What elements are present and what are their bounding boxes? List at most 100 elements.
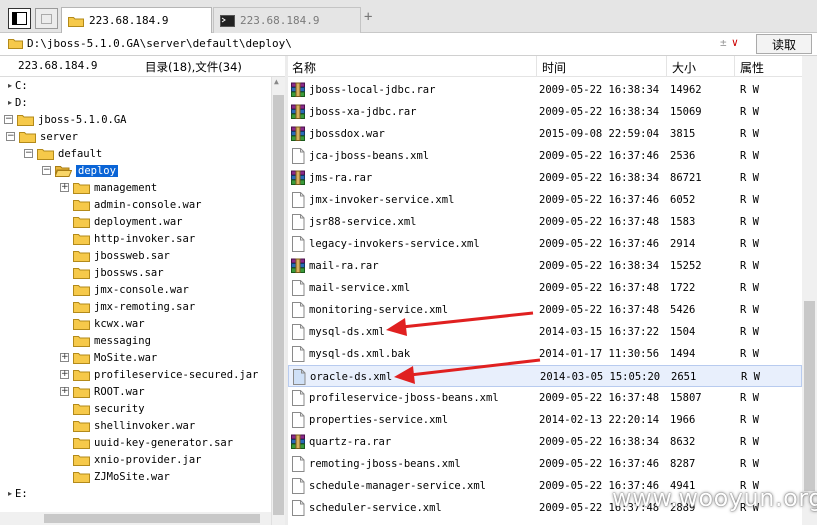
tree-node[interactable]: − deploy	[42, 162, 118, 179]
tree-node[interactable]: kcwx.war	[73, 315, 145, 332]
expand-icon[interactable]: +	[60, 183, 69, 192]
collapse-icon[interactable]: −	[4, 115, 13, 124]
tree-node[interactable]: − jboss-5.1.0.GA	[4, 111, 127, 128]
tree-node[interactable]: ▸ C:	[8, 77, 28, 94]
tree-node[interactable]: shellinvoker.war	[73, 417, 195, 434]
read-button[interactable]: 读取	[756, 34, 812, 54]
tree-node[interactable]: + profileservice-secured.jar	[60, 366, 258, 383]
file-name: jboss-local-jdbc.rar	[309, 84, 436, 96]
tree-node[interactable]: − default	[24, 145, 102, 162]
file-name: mysql-ds.xml.bak	[309, 348, 411, 360]
column-attr[interactable]: 属性	[740, 59, 764, 76]
collapse-icon[interactable]: −	[6, 132, 15, 141]
tree-node[interactable]: uuid-key-generator.sar	[73, 434, 233, 451]
tree-node[interactable]: jmx-remoting.sar	[73, 298, 195, 315]
file-row[interactable]: oracle-ds.xml 2014-03-05 15:05:20 2651 R W	[288, 365, 802, 387]
tree-node[interactable]: security	[73, 400, 145, 417]
tree-node[interactable]: http-invoker.sar	[73, 230, 195, 247]
path-input[interactable]: D:\jboss-5.1.0.GA\server\default\deploy\	[27, 37, 292, 50]
file-list-scroll-thumb[interactable]	[804, 301, 815, 491]
file-row[interactable]: mysql-ds.xml.bak 2014-01-17 11:30:56 1494 R…	[288, 343, 802, 365]
file-row[interactable]: quartz-ra.rar 2009-05-22 16:38:34 8632 R W	[288, 431, 802, 453]
tree-node-label: jmx-remoting.sar	[94, 300, 196, 313]
window-button[interactable]	[35, 8, 58, 29]
tree-horizontal-scrollbar[interactable]	[0, 512, 271, 525]
tree-node[interactable]: jbossws.sar	[73, 264, 164, 281]
panel-icon	[12, 12, 27, 25]
file-row[interactable]: remoting-jboss-beans.xml 2009-05-22 16:37…	[288, 453, 802, 475]
expand-icon[interactable]: +	[60, 387, 69, 396]
tree-node[interactable]: + management	[60, 179, 157, 196]
collapse-icon[interactable]: −	[24, 149, 33, 158]
directory-tree: ▸ C: ▸ D: − jboss-5.1.0.GA − server − default − dep…	[0, 77, 271, 512]
tree-node-label: kcwx.war	[94, 317, 145, 330]
file-time: 2009-05-22 16:38:34	[539, 436, 660, 448]
file-row[interactable]: monitoring-service.xml 2009-05-22 16:37:4…	[288, 299, 802, 321]
tree-node[interactable]: messaging	[73, 332, 151, 349]
scroll-up-icon[interactable]: ▲	[274, 78, 283, 86]
column-size[interactable]: 大小	[672, 59, 696, 76]
file-name: jca-jboss-beans.xml	[309, 150, 430, 162]
tree-node[interactable]: ▸ D:	[8, 94, 28, 111]
expand-icon[interactable]: +	[60, 370, 69, 379]
file-row[interactable]: jca-jboss-beans.xml 2009-05-22 16:37:46 25…	[288, 145, 802, 167]
file-row[interactable]: mail-ra.rar 2009-05-22 16:38:34 15252 R W	[288, 255, 802, 277]
file-row[interactable]: mysql-ds.xml 2014-03-15 16:37:22 1504 R W	[288, 321, 802, 343]
expand-arrow-icon[interactable]: ▸	[8, 489, 12, 498]
tree-node-label: security	[94, 402, 145, 415]
expand-icon[interactable]: +	[60, 353, 69, 362]
chevron-down-icon[interactable]: ∨	[732, 36, 739, 49]
file-row[interactable]: jmx-invoker-service.xml 2009-05-22 16:37:…	[288, 189, 802, 211]
file-row[interactable]: properties-service.xml 2014-02-13 22:20:1…	[288, 409, 802, 431]
tree-node[interactable]: − server	[6, 128, 78, 145]
tree-node[interactable]: admin-console.war	[73, 196, 201, 213]
collapse-icon[interactable]: −	[42, 166, 51, 175]
expand-arrow-icon[interactable]: ▸	[8, 98, 12, 107]
dir-file-count: 目录(18),文件(34)	[145, 60, 242, 74]
tree-scroll-thumb[interactable]	[273, 95, 284, 515]
file-attr: R W	[740, 172, 759, 184]
tree-node[interactable]: deployment.war	[73, 213, 183, 230]
folder-icon	[68, 16, 84, 27]
tree-hscroll-thumb[interactable]	[44, 514, 260, 523]
file-attr: R W	[740, 128, 759, 140]
column-separator[interactable]	[536, 56, 537, 77]
column-separator[interactable]	[666, 56, 667, 77]
file-row[interactable]: jbossdox.war 2015-09-08 22:59:04 3815 R W	[288, 123, 802, 145]
new-tab-button[interactable]: +	[364, 9, 372, 25]
tree-node[interactable]: + ROOT.war	[60, 383, 145, 400]
tab-filemanager[interactable]: 223.68.184.9	[61, 7, 212, 33]
file-time: 2009-05-22 16:38:34	[539, 84, 660, 96]
left-panel-header: 223.68.184.9 目录(18),文件(34)	[0, 56, 285, 77]
file-size: 2536	[670, 150, 696, 162]
file-size: 14962	[670, 84, 702, 96]
file-row[interactable]: jboss-xa-jdbc.rar 2009-05-22 16:38:34 1506…	[288, 101, 802, 123]
tree-node[interactable]: ZJMoSite.war	[73, 468, 170, 485]
folder-icon	[73, 353, 90, 364]
column-name[interactable]: 名称	[292, 59, 316, 76]
file-size: 8632	[670, 436, 696, 448]
panel-toggle-button[interactable]	[8, 8, 31, 29]
folder-icon	[73, 404, 90, 415]
tab-terminal[interactable]: 223.68.184.9	[213, 7, 361, 33]
file-row[interactable]: profileservice-jboss-beans.xml 2009-05-22…	[288, 387, 802, 409]
file-row[interactable]: jsr88-service.xml 2009-05-22 16:37:48 1583…	[288, 211, 802, 233]
file-row[interactable]: jboss-local-jdbc.rar 2009-05-22 16:38:34 1…	[288, 79, 802, 101]
file-row[interactable]: mail-service.xml 2009-05-22 16:37:48 1722 R…	[288, 277, 802, 299]
column-separator[interactable]	[734, 56, 735, 77]
updown-icon[interactable]: ±	[720, 36, 727, 49]
tab-bar: 223.68.184.9 223.68.184.9 +	[0, 0, 817, 33]
tree-node[interactable]: + MoSite.war	[60, 349, 157, 366]
column-time[interactable]: 时间	[542, 59, 566, 76]
tree-node[interactable]: ▸ E:	[8, 485, 28, 502]
tree-vertical-scrollbar[interactable]: ▲	[271, 77, 285, 525]
tree-node-label: messaging	[94, 334, 151, 347]
tree-node[interactable]: jbossweb.sar	[73, 247, 170, 264]
tree-node[interactable]: jmx-console.war	[73, 281, 189, 298]
tree-node[interactable]: xnio-provider.jar	[73, 451, 201, 468]
expand-arrow-icon[interactable]: ▸	[8, 81, 12, 90]
file-size: 1583	[670, 216, 696, 228]
file-row[interactable]: legacy-invokers-service.xml 2009-05-22 16…	[288, 233, 802, 255]
file-list-scrollbar[interactable]	[802, 56, 817, 525]
file-row[interactable]: jms-ra.rar 2009-05-22 16:38:34 86721 R W	[288, 167, 802, 189]
